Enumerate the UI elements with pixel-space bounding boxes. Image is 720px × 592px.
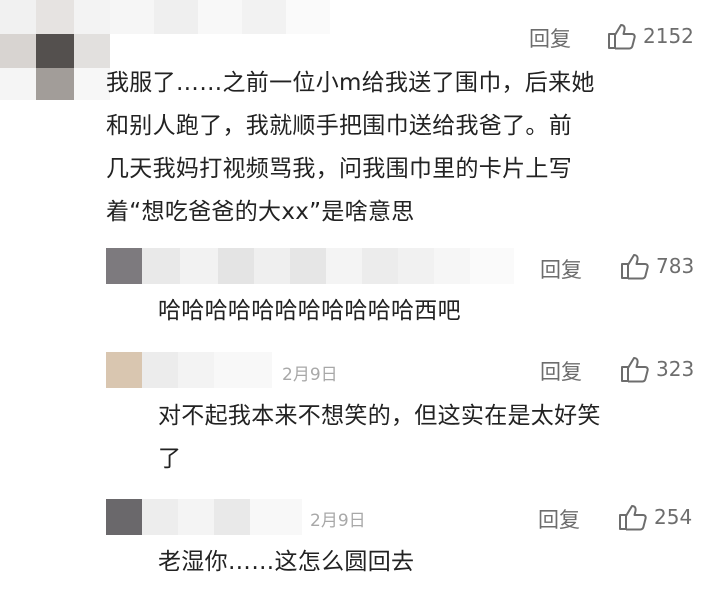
comment-date: 2月9日 — [282, 365, 338, 385]
reply-button[interactable]: 回复 — [540, 254, 582, 284]
username-blurred[interactable] — [142, 499, 302, 535]
comment-line: 了 — [158, 446, 182, 472]
avatar-blurred[interactable] — [0, 0, 110, 100]
avatar-blurred[interactable] — [106, 352, 142, 388]
username-blurred[interactable] — [142, 248, 534, 284]
like-button[interactable]: 254 — [618, 503, 692, 531]
thumbs-up-icon — [621, 254, 649, 280]
comment-text: 对不起我本来不想笑的，但这实在是太好笑 了 — [158, 395, 601, 481]
comment-text: 我服了……之前一位小m给我送了围巾，后来她 和别人跑了，我就顺手把围巾送给我爸了… — [106, 62, 595, 234]
comment-line: 着“想吃爸爸的大xx”是啥意思 — [106, 199, 415, 225]
thumbs-up-icon — [619, 505, 647, 531]
reply-button[interactable]: 回复 — [529, 23, 571, 53]
comment-line: 对不起我本来不想笑的，但这实在是太好笑 — [158, 403, 601, 429]
like-button[interactable]: 2152 — [607, 22, 694, 50]
thumbs-up-icon — [621, 357, 649, 383]
like-count: 323 — [656, 357, 695, 381]
comment-text: 哈哈哈哈哈哈哈哈哈哈哈西吧 — [158, 290, 461, 333]
avatar-blurred[interactable] — [106, 499, 142, 535]
comment-line: 几天我妈打视频骂我，问我围巾里的卡片上写 — [106, 156, 572, 182]
like-button[interactable]: 323 — [620, 355, 694, 383]
username-blurred[interactable] — [110, 0, 330, 34]
like-button[interactable]: 783 — [620, 252, 694, 280]
avatar-blurred[interactable] — [106, 248, 142, 284]
like-count: 254 — [654, 505, 693, 529]
thumbs-up-icon — [608, 24, 636, 50]
username-blurred[interactable] — [142, 352, 272, 388]
comment-line: 和别人跑了，我就顺手把围巾送给我爸了。前 — [106, 113, 572, 139]
comment-line: 哈哈哈哈哈哈哈哈哈哈哈西吧 — [158, 298, 461, 324]
comment-line: 老湿你……这怎么圆回去 — [158, 549, 415, 575]
comment-date: 2月9日 — [310, 511, 366, 531]
like-count: 783 — [656, 254, 695, 278]
reply-button[interactable]: 回复 — [540, 356, 582, 386]
reply-button[interactable]: 回复 — [538, 504, 580, 534]
comment-line: 我服了……之前一位小m给我送了围巾，后来她 — [106, 70, 595, 96]
like-count: 2152 — [643, 24, 694, 48]
comment-text: 老湿你……这怎么圆回去 — [158, 541, 414, 584]
